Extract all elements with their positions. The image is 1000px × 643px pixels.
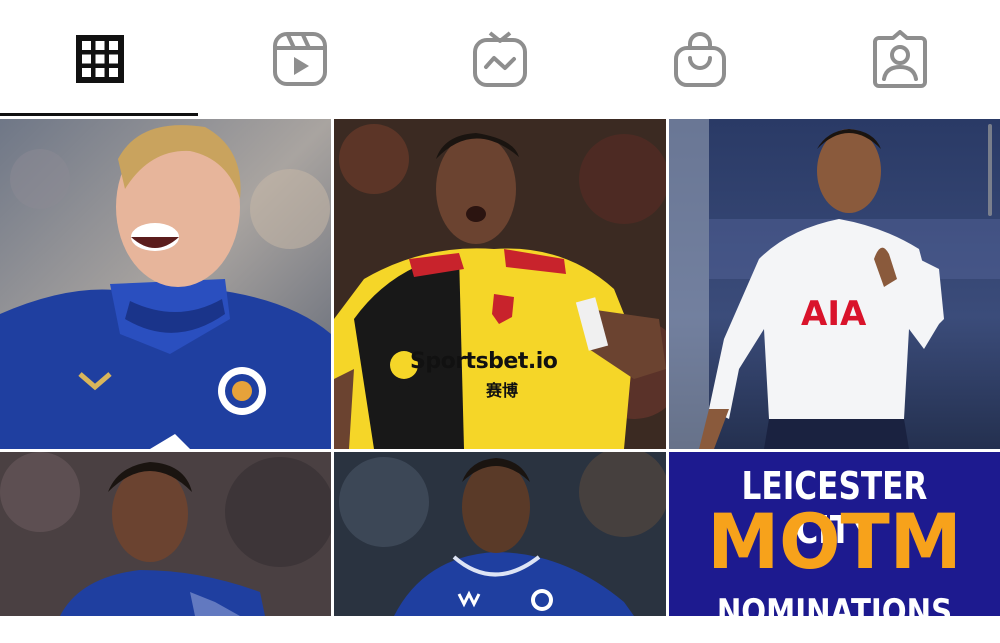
post-thumbnail-3[interactable]: AIA <box>669 119 1000 449</box>
reels-icon <box>273 31 327 86</box>
graphic-title-motm: MOTM <box>707 497 962 586</box>
active-tab-indicator <box>0 113 198 116</box>
post-image-4 <box>0 452 331 616</box>
tab-posts-grid[interactable] <box>0 0 200 117</box>
tab-tagged[interactable] <box>800 0 1000 117</box>
profile-tab-bar <box>0 0 1000 117</box>
tab-reels[interactable] <box>200 0 400 117</box>
tab-shop[interactable] <box>600 0 800 117</box>
graphic-title-nominations: NOMINATIONS <box>716 592 953 616</box>
sponsor-subtext: 赛博 <box>486 381 519 400</box>
sponsor-text-sportsbet: Sportsbet.io <box>410 349 558 374</box>
post-thumbnail-6[interactable]: LEICESTER CITY MOTM NOMINATIONS <box>669 452 1000 616</box>
post-thumbnail-2[interactable]: Sportsbet.io 赛博 <box>334 119 666 449</box>
post-thumbnail-4[interactable] <box>0 452 331 616</box>
igtv-icon <box>473 30 527 87</box>
sponsor-text-aia: AIA <box>801 294 867 334</box>
scroll-indicator[interactable] <box>988 124 992 216</box>
shop-bag-icon <box>674 31 726 87</box>
tagged-user-icon <box>873 29 927 88</box>
post-image-5 <box>334 452 666 616</box>
grid-icon <box>76 34 124 83</box>
post-thumbnail-1[interactable] <box>0 119 331 449</box>
posts-grid: Sportsbet.io 赛博 AIA LEICESTER CITY MOTM … <box>0 119 1000 616</box>
post-thumbnail-5[interactable] <box>334 452 666 616</box>
post-image-1 <box>0 119 331 449</box>
tab-igtv[interactable] <box>400 0 600 117</box>
post-image-3 <box>669 119 1000 449</box>
bottom-spacer <box>0 616 1000 643</box>
